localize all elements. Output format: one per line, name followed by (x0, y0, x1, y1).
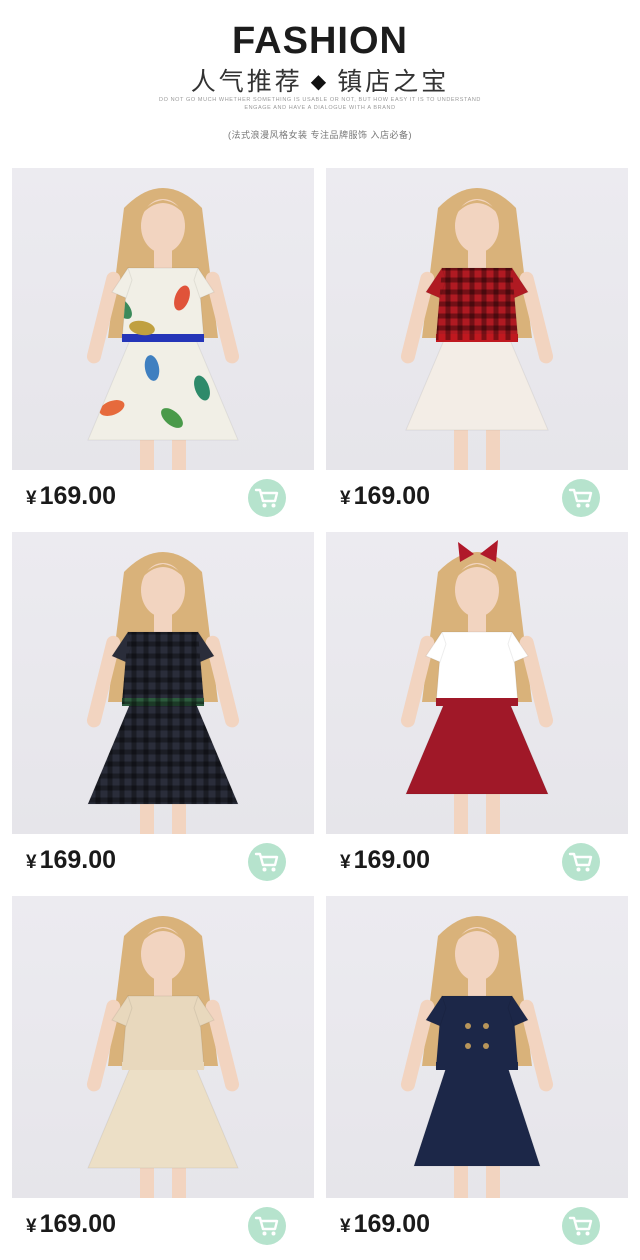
price-value: 169.00 (353, 1210, 431, 1238)
dress-model-illustration (86, 916, 240, 1198)
dress-model-illustration (400, 916, 554, 1198)
page-subtitle: 人气推荐 ◆ 镇店之宝 (0, 64, 640, 99)
product-photo[interactable] (326, 168, 628, 470)
product-card[interactable]: ¥169.00 (12, 168, 314, 518)
shopping-cart-icon (254, 1216, 279, 1236)
product-photo[interactable] (326, 532, 628, 834)
product-price: ¥169.00 (340, 1209, 430, 1242)
add-to-cart-button[interactable] (562, 479, 600, 517)
dress-model-illustration (86, 552, 240, 834)
shopping-cart-icon (568, 488, 593, 508)
product-photo[interactable] (12, 532, 314, 834)
product-price: ¥169.00 (340, 845, 430, 878)
shopping-cart-icon (254, 852, 279, 872)
product-card[interactable]: ¥169.00 (12, 532, 314, 882)
page-header: FASHION 人气推荐 ◆ 镇店之宝 DO NOT GO MUCH WHETHER… (0, 0, 640, 160)
product-card[interactable]: ¥169.00 (326, 896, 628, 1246)
product-photo[interactable] (12, 896, 314, 1198)
dress-model-illustration (86, 188, 240, 470)
page-title: FASHION (232, 20, 408, 62)
tagline: DO NOT GO MUCH WHETHER SOMETHING IS USAB… (159, 97, 481, 111)
currency-symbol: ¥ (26, 1216, 37, 1237)
add-to-cart-button[interactable] (248, 1207, 286, 1245)
price-value: 169.00 (39, 482, 117, 510)
currency-symbol: ¥ (340, 488, 351, 509)
product-price: ¥169.00 (340, 481, 430, 514)
product-price: ¥169.00 (26, 481, 116, 514)
price-value: 169.00 (39, 846, 117, 874)
product-price: ¥169.00 (26, 1209, 116, 1242)
subtitle-left: 人气推荐 (190, 67, 303, 96)
product-card[interactable]: ¥169.00 (12, 896, 314, 1246)
price-value: 169.00 (353, 846, 431, 874)
product-price: ¥169.00 (26, 845, 116, 878)
price-value: 169.00 (353, 482, 431, 510)
product-photo[interactable] (12, 168, 314, 470)
diamond-icon: ◆ (310, 69, 330, 93)
add-to-cart-button[interactable] (562, 843, 600, 881)
currency-symbol: ¥ (26, 488, 37, 509)
add-to-cart-button[interactable] (562, 1207, 600, 1245)
price-value: 169.00 (39, 1210, 117, 1238)
add-to-cart-button[interactable] (248, 843, 286, 881)
currency-symbol: ¥ (26, 852, 37, 873)
product-photo[interactable] (326, 896, 628, 1198)
dress-model-illustration (400, 540, 554, 834)
shopping-cart-icon (568, 852, 593, 872)
product-card[interactable]: ¥169.00 (326, 532, 628, 882)
shopping-cart-icon (568, 1216, 593, 1236)
currency-symbol: ¥ (340, 1216, 351, 1237)
currency-symbol: ¥ (340, 852, 351, 873)
slogan: (法式浪漫风格女装 专注品牌服饰 入店必备) (228, 130, 412, 140)
shopping-cart-icon (254, 488, 279, 508)
add-to-cart-button[interactable] (248, 479, 286, 517)
product-card[interactable]: ¥169.00 (326, 168, 628, 518)
dress-model-illustration (400, 188, 554, 470)
subtitle-right: 镇店之宝 (337, 67, 450, 96)
